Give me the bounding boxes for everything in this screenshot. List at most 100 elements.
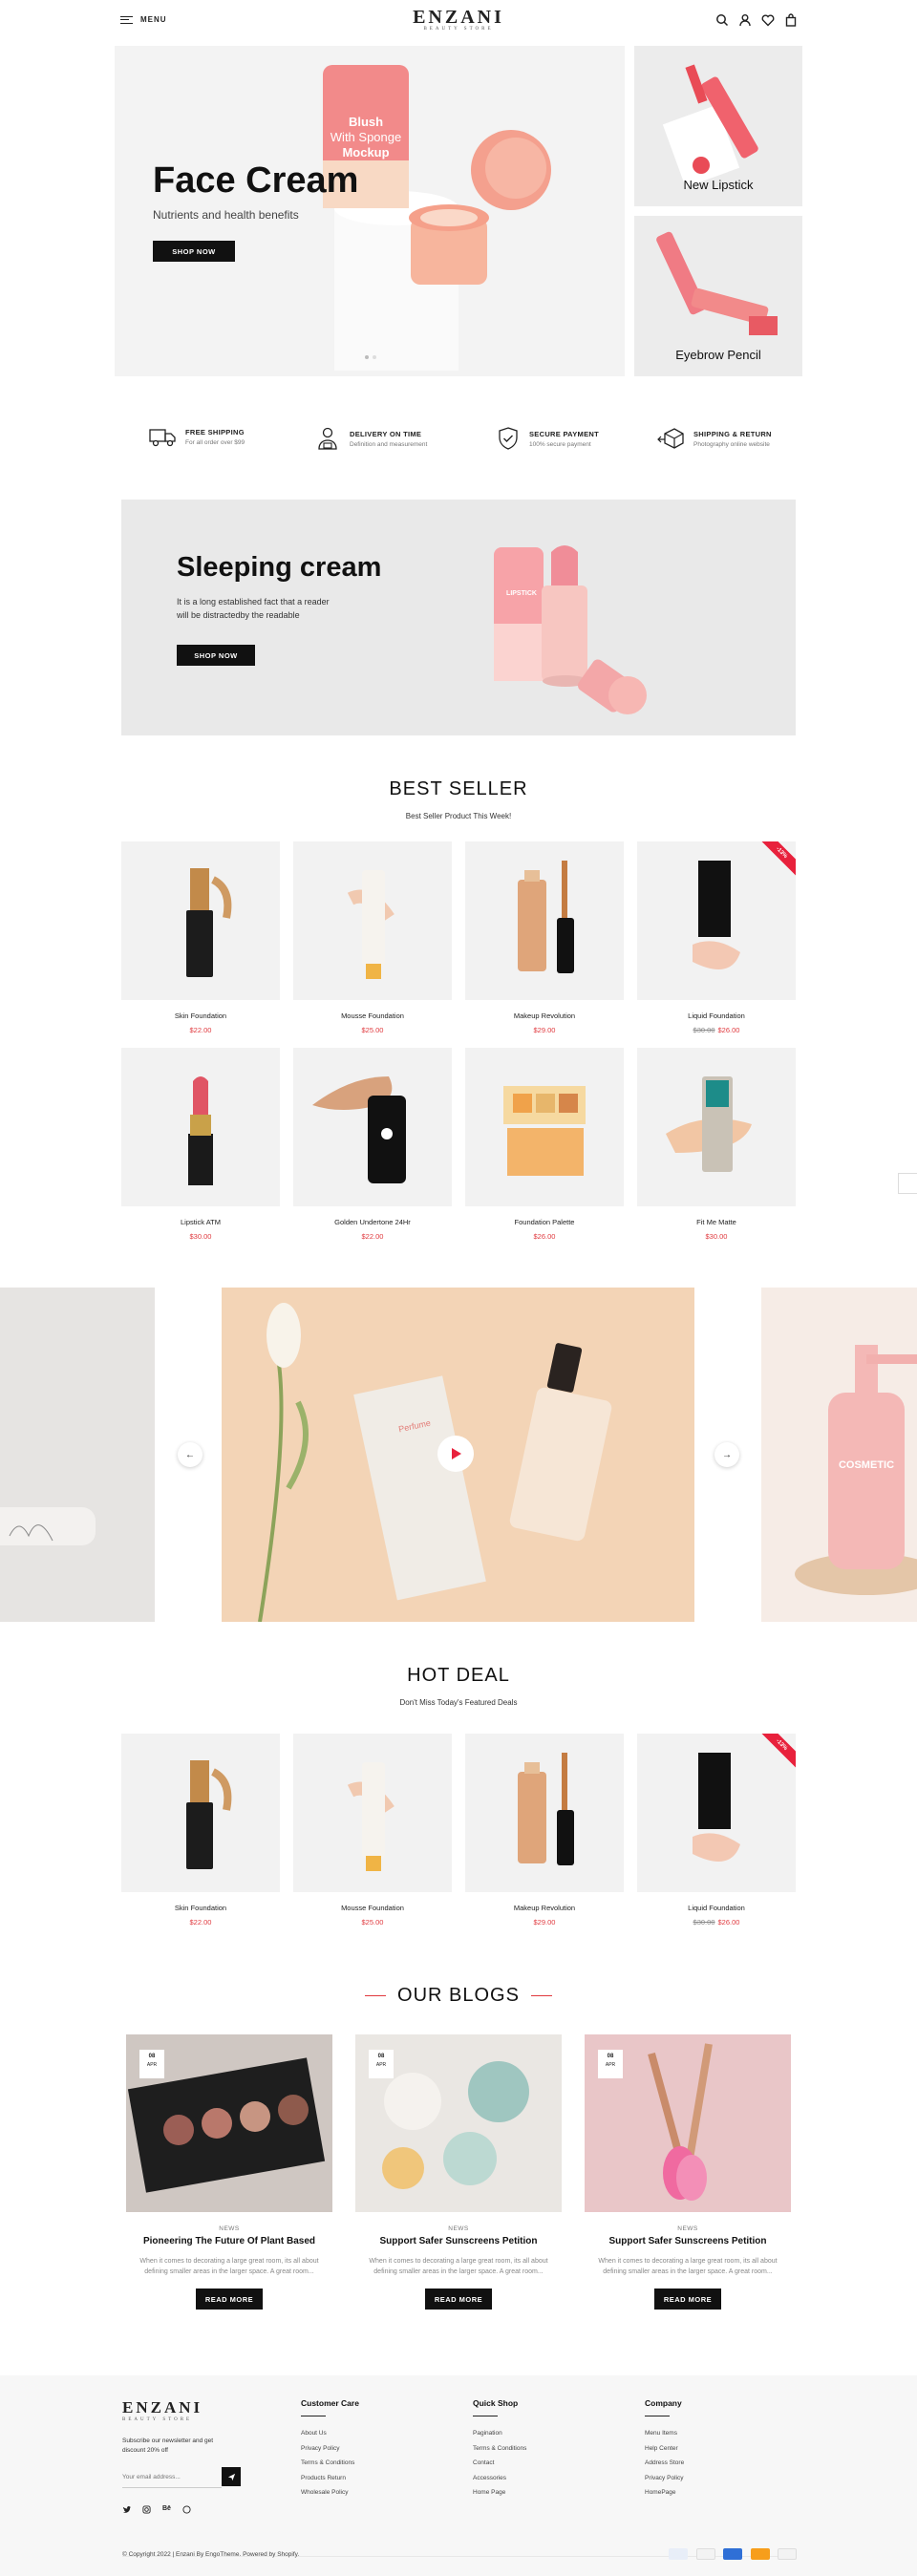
current-price: $25.00 <box>361 1026 384 1034</box>
product-name[interactable]: Fit Me Matte <box>637 1218 796 1226</box>
slider-next-button[interactable]: → <box>714 1442 739 1467</box>
product-card[interactable]: Fit Me Matte $30.00 <box>637 1048 796 1241</box>
product-name[interactable]: Lipstick ATM <box>121 1218 280 1226</box>
product-card[interactable]: Mousse Foundation $25.00 <box>293 1734 452 1927</box>
hot-deal-subtitle: Don't Miss Today's Featured Deals <box>399 1698 518 1707</box>
product-image[interactable] <box>121 1048 280 1206</box>
sleeping-cream-banner[interactable]: Sleeping cream It is a long established … <box>121 500 796 735</box>
read-more-button[interactable]: READ MORE <box>196 2289 263 2310</box>
heart-icon[interactable] <box>761 13 775 27</box>
new-lipstick-banner[interactable]: New Lipstick <box>634 46 802 206</box>
blog-title[interactable]: Support Safer Sunscreens Petition <box>355 2236 562 2246</box>
behance-icon[interactable]: Bē <box>162 2505 171 2516</box>
subscribe-button[interactable] <box>222 2467 241 2486</box>
product-name[interactable]: Mousse Foundation <box>293 1904 452 1912</box>
footer-link[interactable]: Wholesale Policy <box>301 2489 359 2496</box>
product-card[interactable]: Lipstick ATM $30.00 <box>121 1048 280 1241</box>
product-name[interactable]: Skin Foundation <box>121 1011 280 1020</box>
slider-image-right[interactable]: COSMETIC <box>761 1288 917 1622</box>
product-image[interactable]: -13% <box>637 1734 796 1892</box>
play-video-button[interactable] <box>437 1436 474 1472</box>
product-image[interactable] <box>465 1734 624 1892</box>
product-card[interactable]: Mousse Foundation $25.00 <box>293 841 452 1034</box>
payment-methods <box>665 2547 797 2565</box>
product-price: $25.00 <box>293 1026 452 1034</box>
blog-card: 08 APR NEWS Support Safer Sunscreens Peti… <box>585 2034 791 2310</box>
slider-dot[interactable] <box>373 355 376 359</box>
old-price: $30.00 <box>693 1918 715 1927</box>
product-photo <box>188 1076 213 1185</box>
product-card[interactable]: Foundation Palette $26.00 <box>465 1048 624 1241</box>
user-icon[interactable] <box>738 13 752 27</box>
footer-link[interactable]: Home Page <box>473 2489 526 2496</box>
side-scroll-tab[interactable] <box>898 1173 917 1194</box>
blog-tag[interactable]: NEWS <box>355 2225 562 2232</box>
blog-tag[interactable]: NEWS <box>585 2225 791 2232</box>
product-image[interactable] <box>121 841 280 1000</box>
read-more-button[interactable]: READ MORE <box>654 2289 721 2310</box>
footer-link[interactable]: Accessories <box>473 2475 526 2481</box>
read-more-button[interactable]: READ MORE <box>425 2289 492 2310</box>
product-card[interactable]: Skin Foundation $22.00 <box>121 841 280 1034</box>
footer-link[interactable]: About Us <box>301 2430 359 2437</box>
footer-link[interactable]: HomePage <box>645 2489 684 2496</box>
cart-icon[interactable] <box>784 13 798 27</box>
slider-dot[interactable] <box>365 355 369 359</box>
dribbble-icon[interactable] <box>182 2505 191 2516</box>
footer-link[interactable]: Products Return <box>301 2475 359 2481</box>
footer-link[interactable]: Privacy Policy <box>645 2475 684 2481</box>
truck-icon <box>149 429 176 447</box>
product-image[interactable]: -13% <box>637 841 796 1000</box>
footer-link[interactable]: Menu Items <box>645 2430 684 2437</box>
product-card[interactable]: Makeup Revolution $29.00 <box>465 841 624 1034</box>
slider-image-left[interactable] <box>0 1288 155 1622</box>
twitter-icon[interactable] <box>122 2505 131 2516</box>
product-name[interactable]: Golden Undertone 24Hr <box>293 1218 452 1226</box>
blog-image[interactable]: 08 APR <box>355 2034 562 2212</box>
product-image[interactable] <box>293 841 452 1000</box>
current-price: $26.00 <box>533 1232 556 1241</box>
product-name[interactable]: Liquid Foundation <box>637 1011 796 1020</box>
product-image[interactable] <box>465 841 624 1000</box>
footer-link[interactable]: Terms & Conditions <box>301 2459 359 2466</box>
product-name[interactable]: Liquid Foundation <box>637 1904 796 1912</box>
product-card[interactable]: -13% Liquid Foundation $30.00 $26.00 <box>637 841 796 1034</box>
footer-link[interactable]: Help Center <box>645 2445 684 2452</box>
footer-link[interactable]: Terms & Conditions <box>473 2445 526 2452</box>
instagram-icon[interactable] <box>142 2505 151 2516</box>
hero-banner[interactable]: Blush With Sponge Mockup Face Cream Nutr… <box>115 46 625 376</box>
blog-title[interactable]: Pioneering The Future Of Plant Based <box>126 2236 332 2246</box>
product-name[interactable]: Mousse Foundation <box>293 1011 452 1020</box>
product-image[interactable] <box>465 1048 624 1206</box>
blog-tag[interactable]: NEWS <box>126 2225 332 2232</box>
footer-logo[interactable]: ENZANI BEAUTY STORE <box>122 2398 203 2422</box>
slider-image-center[interactable]: Perfume <box>222 1288 694 1622</box>
email-input[interactable] <box>122 2467 222 2488</box>
feature-delivery-on-time: DELIVERY ON TIME Definition and measureme… <box>315 426 427 451</box>
footer-link[interactable]: Address Store <box>645 2459 684 2466</box>
footer-link[interactable]: Privacy Policy <box>301 2445 359 2452</box>
product-card[interactable]: Golden Undertone 24Hr $22.00 <box>293 1048 452 1241</box>
product-name[interactable]: Foundation Palette <box>465 1218 624 1226</box>
product-card[interactable]: -13% Liquid Foundation $30.00 $26.00 <box>637 1734 796 1927</box>
product-card[interactable]: Makeup Revolution $29.00 <box>465 1734 624 1927</box>
product-image[interactable] <box>121 1734 280 1892</box>
footer-link[interactable]: Pagination <box>473 2430 526 2437</box>
product-image[interactable] <box>637 1048 796 1206</box>
product-image[interactable] <box>293 1048 452 1206</box>
product-name[interactable]: Makeup Revolution <box>465 1011 624 1020</box>
product-name[interactable]: Makeup Revolution <box>465 1904 624 1912</box>
product-card[interactable]: Skin Foundation $22.00 <box>121 1734 280 1927</box>
eyebrow-pencil-banner[interactable]: Eyebrow Pencil <box>634 216 802 376</box>
footer-link[interactable]: Contact <box>473 2459 526 2466</box>
product-name[interactable]: Skin Foundation <box>121 1904 280 1912</box>
blog-image[interactable]: 08 APR <box>585 2034 791 2212</box>
search-icon[interactable] <box>715 13 729 27</box>
blog-title[interactable]: Support Safer Sunscreens Petition <box>585 2236 791 2246</box>
slider-prev-button[interactable]: ← <box>178 1442 203 1467</box>
eyebrow-pencil-image <box>656 231 778 335</box>
product-image[interactable] <box>293 1734 452 1892</box>
banner-shop-now-button[interactable]: SHOP NOW <box>177 645 255 666</box>
hero-shop-now-button[interactable]: SHOP NOW <box>153 241 235 262</box>
blog-image[interactable]: 08 APR <box>126 2034 332 2212</box>
